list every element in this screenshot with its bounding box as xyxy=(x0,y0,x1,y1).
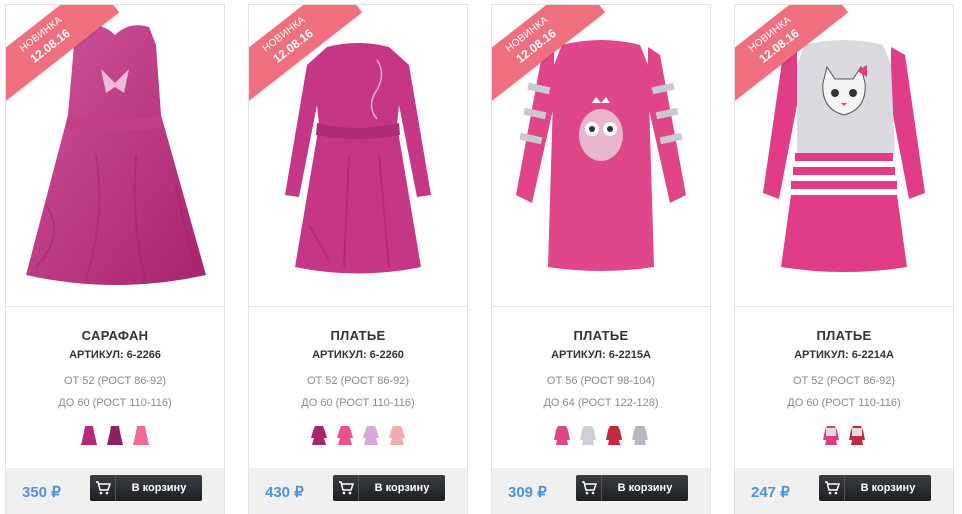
color-variants xyxy=(249,424,467,446)
size-to: ДО 60 (РОСТ 110-116) xyxy=(58,397,172,409)
add-to-cart-button[interactable]: В корзину xyxy=(819,475,931,501)
color-variant-thumb[interactable] xyxy=(823,424,839,446)
color-variants xyxy=(6,424,224,446)
color-variant-thumb[interactable] xyxy=(81,424,97,446)
add-to-cart-label: В корзину xyxy=(617,482,673,494)
color-variant-thumb[interactable] xyxy=(337,424,353,446)
product-card: НОВИНКА 12.08.16 САРАФАН АРТИКУЛ: 6-2266… xyxy=(5,4,225,514)
product-price: 309 ₽ xyxy=(508,484,547,501)
color-variant-thumb[interactable] xyxy=(311,424,327,446)
size-to: ДО 60 (РОСТ 110-116) xyxy=(301,397,415,409)
size-from: ОТ 52 (РОСТ 86-92) xyxy=(63,375,167,387)
cart-icon xyxy=(333,475,359,501)
card-footer: 309 ₽ В корзину xyxy=(492,468,710,514)
add-to-cart-label: В корзину xyxy=(131,482,187,494)
color-variant-thumb[interactable] xyxy=(632,424,648,446)
size-from: ОТ 52 (РОСТ 86-92) xyxy=(306,375,410,387)
color-variant-thumb[interactable] xyxy=(363,424,379,446)
product-card: НОВИНКА 12.08.16 ПЛАТЬЕ АРТИКУЛ: 6-2215А… xyxy=(491,4,711,514)
product-sku: АРТИКУЛ: 6-2215А xyxy=(551,349,651,361)
add-to-cart-label: В корзину xyxy=(374,482,430,494)
color-variant-thumb[interactable] xyxy=(554,424,570,446)
product-image[interactable]: НОВИНКА 12.08.16 xyxy=(492,5,710,307)
product-price: 247 ₽ xyxy=(751,484,790,501)
color-variant-thumb[interactable] xyxy=(389,424,405,446)
cart-icon xyxy=(576,475,602,501)
color-variant-thumb[interactable] xyxy=(133,424,149,446)
color-variants xyxy=(735,424,953,446)
product-title[interactable]: ПЛАТЬЕ xyxy=(735,328,953,343)
product-sku: АРТИКУЛ: 6-2266 xyxy=(69,349,161,361)
size-from: ОТ 56 (РОСТ 98-104) xyxy=(546,375,656,387)
add-to-cart-label: В корзину xyxy=(860,482,916,494)
product-price: 350 ₽ xyxy=(22,484,61,501)
add-to-cart-button[interactable]: В корзину xyxy=(333,475,445,501)
card-footer: 430 ₽ В корзину xyxy=(249,468,467,514)
product-sku: АРТИКУЛ: 6-2214А xyxy=(794,349,894,361)
product-card: НОВИНКА 12.08.16 ПЛАТЬЕ АРТИКУЛ: 6-2214А… xyxy=(734,4,954,514)
size-to: ДО 64 (РОСТ 122-128) xyxy=(543,397,659,409)
add-to-cart-button[interactable]: В корзину xyxy=(576,475,688,501)
color-variant-thumb[interactable] xyxy=(107,424,123,446)
color-variant-thumb[interactable] xyxy=(606,424,622,446)
color-variant-thumb[interactable] xyxy=(849,424,865,446)
cart-icon xyxy=(819,475,845,501)
card-footer: 350 ₽ В корзину xyxy=(6,468,224,514)
product-title[interactable]: ПЛАТЬЕ xyxy=(249,328,467,343)
product-image[interactable]: НОВИНКА 12.08.16 xyxy=(735,5,953,307)
color-variant-thumb[interactable] xyxy=(580,424,596,446)
product-sku: АРТИКУЛ: 6-2260 xyxy=(312,349,404,361)
size-to: ДО 60 (РОСТ 110-116) xyxy=(787,397,901,409)
card-footer: 247 ₽ В корзину xyxy=(735,468,953,514)
product-title[interactable]: ПЛАТЬЕ xyxy=(492,328,710,343)
product-title[interactable]: САРАФАН xyxy=(6,328,224,343)
size-from: ОТ 52 (РОСТ 86-92) xyxy=(792,375,896,387)
product-image[interactable]: НОВИНКА 12.08.16 xyxy=(249,5,467,307)
cart-icon xyxy=(90,475,116,501)
product-image[interactable]: НОВИНКА 12.08.16 xyxy=(6,5,224,307)
color-variants xyxy=(492,424,710,446)
add-to-cart-button[interactable]: В корзину xyxy=(90,475,202,501)
product-price: 430 ₽ xyxy=(265,484,304,501)
product-card: НОВИНКА 12.08.16 ПЛАТЬЕ АРТИКУЛ: 6-2260 … xyxy=(248,4,468,514)
